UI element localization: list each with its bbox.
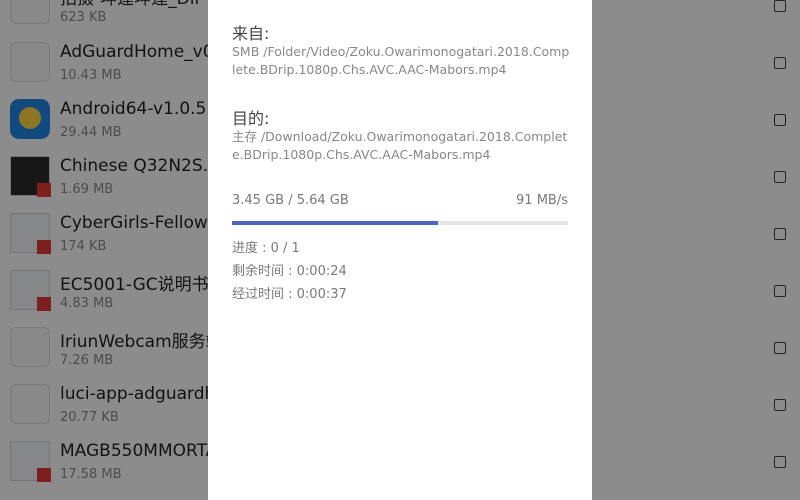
- remaining-time: 剩余时间 : 0:00:24: [232, 264, 347, 279]
- transfer-speed: 91 MB/s: [516, 193, 568, 208]
- progress-bar-fill: [232, 221, 438, 225]
- source-label: 来自:: [232, 24, 270, 43]
- progress-count: 进度 : 0 / 1: [232, 241, 300, 256]
- copy-progress-dialog: 来自: SMB /Folder/Video/Zoku.Owarimonogata…: [208, 0, 592, 500]
- progress-bar: [232, 221, 568, 225]
- elapsed-time: 经过时间 : 0:00:37: [232, 287, 347, 302]
- source-path: SMB /Folder/Video/Zoku.Owarimonogatari.2…: [232, 44, 570, 77]
- destination-label: 目的:: [232, 109, 270, 128]
- transferred-size: 3.45 GB / 5.64 GB: [232, 193, 349, 208]
- destination-path: 主存 /Download/Zoku.Owarimonogatari.2018.C…: [232, 129, 568, 162]
